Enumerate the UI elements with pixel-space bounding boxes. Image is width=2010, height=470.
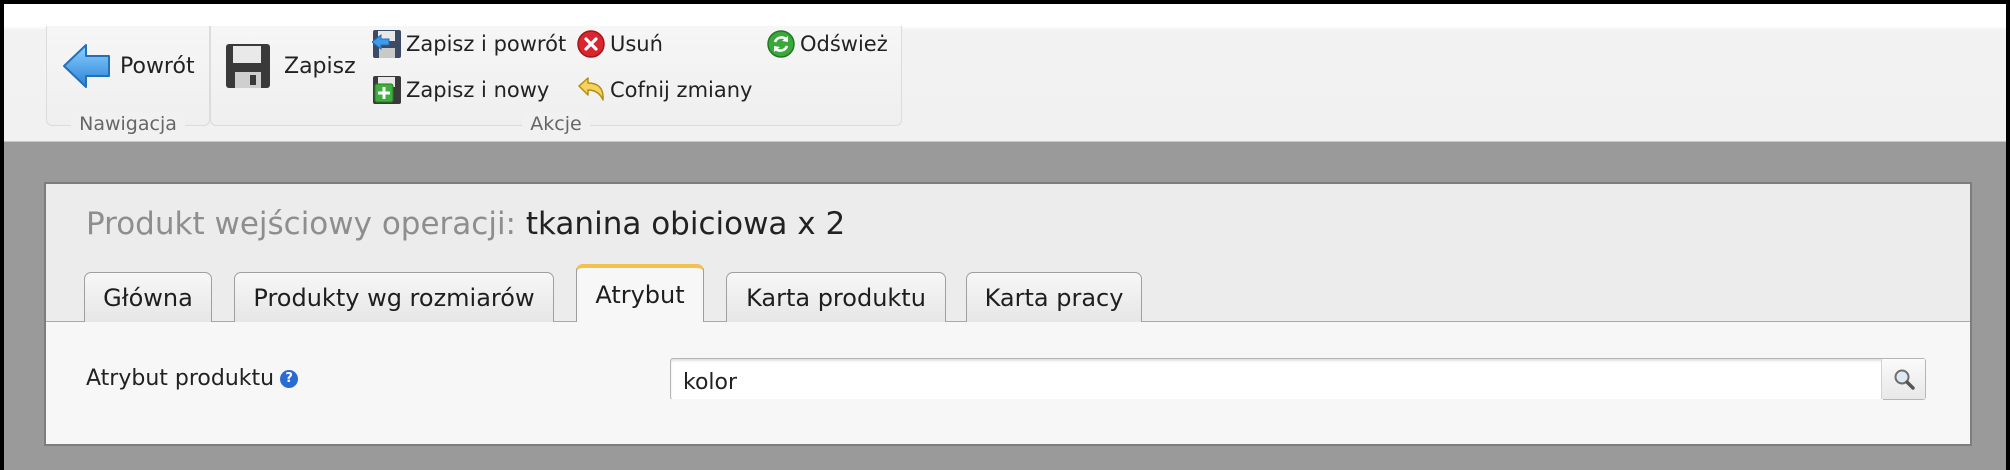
- page-title-prefix: Produkt wejściowy operacji:: [86, 206, 517, 242]
- save-and-back-button-label: Zapisz i powrót: [406, 32, 567, 56]
- product-attribute-label: Atrybut produktu: [86, 366, 275, 391]
- form-panel: Produkt wejściowy operacji: tkanina obic…: [44, 182, 1972, 446]
- tab-products-by-size-label: Produkty wg rozmiarów: [253, 283, 535, 312]
- ribbon-group-label-actions: Akcje: [522, 113, 590, 135]
- page-title-value: tkanina obiciowa x 2: [525, 206, 846, 242]
- help-icon[interactable]: ?: [280, 369, 299, 388]
- product-attribute-lookup: [670, 358, 1926, 403]
- product-attribute-label-row: Atrybut produktu ?: [86, 366, 299, 391]
- tab-main-label: Główna: [103, 283, 193, 312]
- save-new-icon: [373, 76, 401, 104]
- lookup-search-button[interactable]: [1881, 359, 1925, 399]
- ribbon-toolbar: Nawigacja Akcje Powrót Zapisz Zapisz i p…: [4, 4, 2006, 142]
- tab-attribute[interactable]: Atrybut: [576, 264, 704, 322]
- back-button-label: Powrót: [120, 53, 195, 79]
- delete-button-label: Usuń: [610, 32, 663, 56]
- ribbon-group-label-navigation: Nawigacja: [71, 113, 185, 135]
- undo-button-label: Cofnij zmiany: [610, 78, 753, 102]
- tab-product-card[interactable]: Karta produktu: [726, 272, 946, 322]
- undo-icon: [578, 77, 604, 101]
- back-arrow-icon: [63, 44, 110, 88]
- tab-work-card-label: Karta pracy: [984, 283, 1124, 312]
- save-back-icon: [372, 30, 401, 58]
- tab-main[interactable]: Główna: [84, 272, 212, 322]
- search-icon: [1894, 369, 1915, 390]
- page-title: Produkt wejściowy operacji: tkanina obic…: [86, 206, 845, 242]
- save-button-label: Zapisz: [284, 53, 356, 79]
- back-button[interactable]: Powrót: [62, 38, 195, 94]
- form-header: Produkt wejściowy operacji: tkanina obic…: [46, 184, 1970, 322]
- tab-products-by-size[interactable]: Produkty wg rozmiarów: [234, 272, 554, 322]
- save-and-back-button[interactable]: Zapisz i powrót: [372, 28, 566, 60]
- undo-button[interactable]: Cofnij zmiany: [576, 74, 752, 106]
- save-and-new-button[interactable]: Zapisz i nowy: [372, 74, 549, 106]
- application-window: Nawigacja Akcje Powrót Zapisz Zapisz i p…: [4, 4, 2006, 470]
- refresh-button-label: Odśwież: [800, 32, 888, 56]
- refresh-button[interactable]: Odśwież: [766, 28, 888, 60]
- floppy-disk-icon: [226, 44, 270, 88]
- tab-attribute-label: Atrybut: [595, 281, 685, 309]
- product-attribute-input[interactable]: [671, 359, 1883, 399]
- tab-product-card-label: Karta produktu: [746, 283, 926, 312]
- refresh-icon: [767, 30, 795, 58]
- save-button[interactable]: Zapisz: [224, 40, 356, 92]
- tab-work-card[interactable]: Karta pracy: [966, 272, 1142, 322]
- delete-icon: [577, 30, 605, 58]
- delete-button[interactable]: Usuń: [576, 28, 663, 60]
- save-and-new-button-label: Zapisz i nowy: [406, 78, 550, 102]
